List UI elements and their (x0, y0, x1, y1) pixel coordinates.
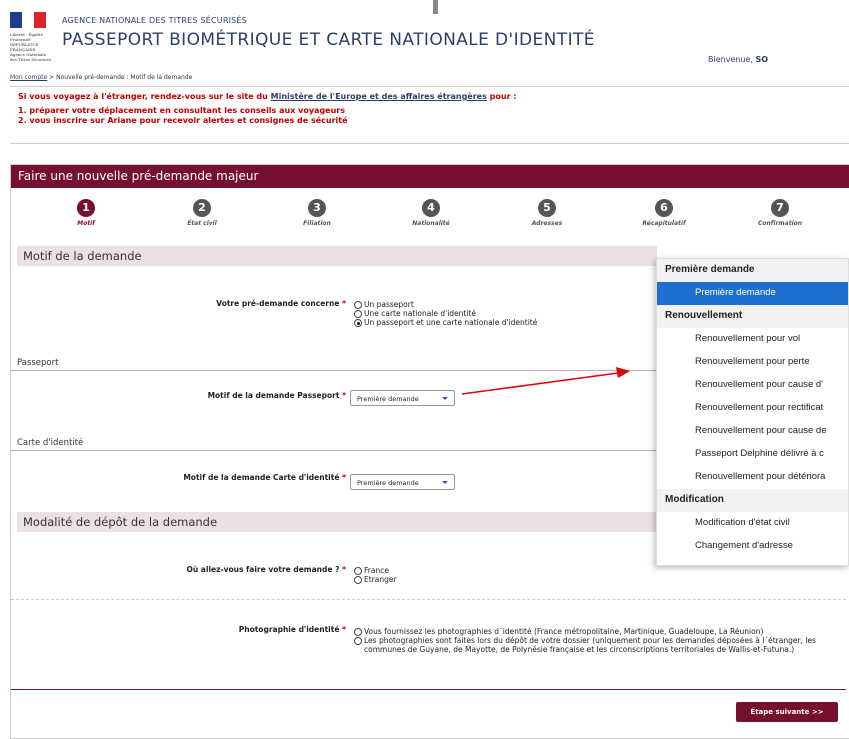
radio-carte-identite[interactable]: Une carte nationale d'identité (354, 309, 537, 318)
dropdown-item-vol[interactable]: Renouvellement pour vol (657, 328, 848, 351)
republique-francaise-logo: Liberté · Égalité · Fraternité RÉPUBLIQU… (10, 12, 58, 62)
motif-carte-label: Motif de la demande Carte d'identité * (183, 473, 346, 482)
next-step-button[interactable]: Étape suivante >> (736, 702, 838, 722)
user-name[interactable]: SO (756, 55, 769, 64)
dropdown-item-premiere-demande[interactable]: Première demande (657, 282, 848, 305)
radio-un-passeport[interactable]: Un passeport (354, 300, 537, 309)
step-motif: 1 Motif (77, 199, 95, 227)
travel-warning-box: Si vous voyagez à l'étranger, rendez-vou… (10, 86, 849, 144)
dropdown-group-premiere: Première demande (657, 259, 848, 282)
ministere-link[interactable]: Ministère de l'Europe et des affaires ét… (271, 92, 487, 101)
breadcrumb: Mon compte > Nouvelle pré-demande : Moti… (10, 74, 193, 81)
dropdown-item-perte[interactable]: Renouvellement pour perte (657, 351, 848, 374)
logo-text: Liberté · Égalité · Fraternité RÉPUBLIQU… (10, 32, 51, 62)
window-tab-marker (433, 0, 438, 14)
site-title: PASSEPORT BIOMÉTRIQUE ET CARTE NATIONALE… (62, 30, 595, 50)
dropdown-item-deterioration[interactable]: Renouvellement pour détériora (657, 466, 848, 489)
concerne-radio-group: Un passeport Une carte nationale d'ident… (354, 300, 537, 327)
dropdown-item-rectification[interactable]: Renouvellement pour rectificat (657, 397, 848, 420)
step-filiation: 3 Filiation (303, 199, 331, 227)
radio-photo-sur-place[interactable]: Les photographies sont faites lors du dé… (354, 636, 834, 654)
step-recapitulatif: 6 Récapitulatif (642, 199, 686, 227)
warning-item-1: 1. préparer votre déplacement en consult… (18, 106, 346, 115)
stepper: 1 Motif 2 État civil 3 Filiation 4 Natio… (11, 199, 846, 233)
welcome-text: Bienvenue, SO (708, 55, 769, 64)
dropdown-group-renouvellement: Renouvellement (657, 305, 848, 328)
step-confirmation: 7 Confirmation (757, 199, 803, 227)
radio-france[interactable]: France (354, 566, 397, 575)
dropdown-item-cause-1[interactable]: Renouvellement pour cause d' (657, 374, 848, 397)
subsection-carte-identite: Carte d'identité (11, 436, 656, 451)
dropdown-item-adresse[interactable]: Changement d'adresse (657, 535, 848, 558)
radio-photo-fournies[interactable]: Vous fournissez les photographies d´iden… (354, 627, 834, 636)
photo-radio-group: Vous fournissez les photographies d´iden… (354, 627, 834, 654)
site-header: Liberté · Égalité · Fraternité RÉPUBLIQU… (0, 0, 849, 70)
section-depot-heading: Modalité de dépôt de la demande (17, 512, 657, 532)
radio-etranger[interactable]: Etranger (354, 575, 397, 584)
step-adresses: 5 Adresses (531, 199, 563, 227)
photo-label: Photographie d'identité * (238, 625, 346, 634)
footer-divider (11, 689, 846, 690)
motif-carte-select[interactable]: Première demande (350, 474, 455, 490)
french-flag-icon (10, 12, 46, 28)
dropdown-item-delphine[interactable]: Passeport Delphine délivré à c (657, 443, 848, 466)
dropdown-item-cause-2[interactable]: Renouvellement pour cause de (657, 420, 848, 443)
agency-name: AGENCE NATIONALE DES TITRES SÉCURISÉS (62, 16, 247, 25)
chevron-down-icon (442, 481, 448, 484)
ou-label: Où allez-vous faire votre demande ? * (186, 565, 346, 574)
ou-radio-group: France Etranger (354, 566, 397, 584)
motif-dropdown-list[interactable]: Première demande Première demande Renouv… (656, 258, 849, 566)
card-title: Faire une nouvelle pré-demande majeur (11, 165, 849, 188)
motif-passeport-label: Motif de la demande Passeport * (207, 391, 346, 400)
chevron-down-icon (442, 397, 448, 400)
motif-passeport-select[interactable]: Première demande (350, 390, 455, 406)
dropdown-item-etat-civil[interactable]: Modification d'état civil (657, 512, 848, 535)
divider (11, 599, 846, 600)
warning-item-2: 2. vous inscrire sur Ariane pour recevoi… (18, 116, 348, 125)
radio-passeport-et-carte[interactable]: Un passeport et une carte nationale d'id… (354, 318, 537, 327)
section-motif-heading: Motif de la demande (17, 246, 657, 266)
dropdown-group-modification: Modification (657, 489, 848, 512)
breadcrumb-current: Nouvelle pré-demande : Motif de la deman… (56, 74, 193, 81)
step-nationalite: 4 Nationalité (412, 199, 450, 227)
step-etat-civil: 2 État civil (187, 199, 217, 227)
breadcrumb-mon-compte-link[interactable]: Mon compte (10, 74, 47, 81)
annotation-arrow-icon (461, 367, 630, 395)
concerne-label: Votre pré-demande concerne * (216, 299, 346, 308)
